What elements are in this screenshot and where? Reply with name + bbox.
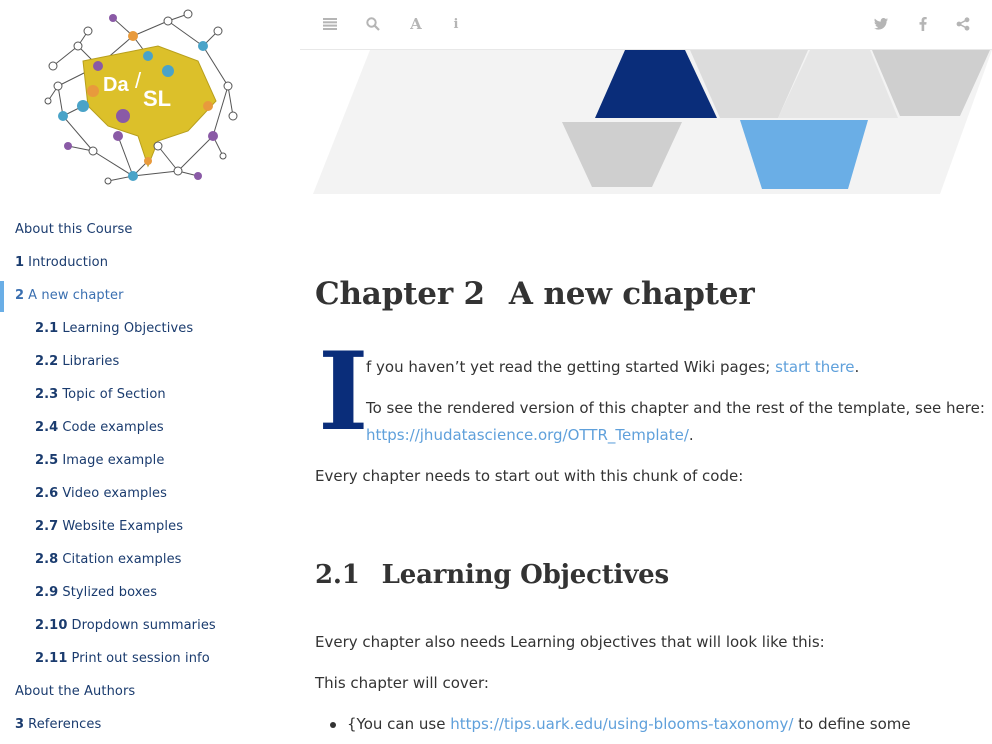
bullet-suffix: to define some [793,715,911,733]
toc-code-examples[interactable]: 2.4 Code examples [35,417,164,439]
bullet-prefix: {You can use [347,715,451,733]
toc-number: 1 [15,255,25,270]
toc-about-course[interactable]: About this Course [15,219,133,241]
top-toolbar: A i [300,0,992,50]
list-item: {You can use https://tips.uark.edu/using… [347,714,911,734]
toc-label: Website Examples [62,519,184,534]
template-link[interactable]: https://jhudatascience.org/OTTR_Template… [366,426,689,444]
toc-number: 2.7 [35,519,59,534]
toc-label: Code examples [62,420,164,435]
toc-print-session-info[interactable]: 2.11 Print out session info [35,648,210,670]
toc-number: 2.11 [35,651,68,666]
toc-a-new-chapter[interactable]: 2A new chapter [15,285,124,307]
twitter-icon[interactable] [871,14,891,34]
toc-dropdown-summaries[interactable]: 2.10 Dropdown summaries [35,615,216,637]
toc-citation-examples[interactable]: 2.8 Citation examples [35,549,182,571]
toc-introduction[interactable]: 1 Introduction [15,252,108,274]
list-bullet [330,722,336,728]
toc-label: About this Course [15,222,133,237]
logo-text-bottom: SL [143,86,171,111]
toc-label: Topic of Section [62,387,166,402]
chapter-title: A new chapter [508,276,755,312]
toc-label: Libraries [62,354,120,369]
toc-number: 2.5 [35,453,59,468]
intro-paragraph: f you haven’t yet read the getting start… [366,357,859,377]
chapter-heading: Chapter 2 A new chapter [315,276,755,312]
chunk-paragraph: Every chapter needs to start out with th… [315,467,744,485]
chapter-number: Chapter 2 [315,276,485,312]
toc-label: Dropdown summaries [71,618,216,633]
toc-label: Print out session info [71,651,210,666]
sidebar: Da / SL About this Course 1 Introduction … [0,0,300,744]
toc-number: 2.3 [35,387,59,402]
toc-topic-of-section[interactable]: 2.3 Topic of Section [35,384,166,406]
toc-video-examples[interactable]: 2.6 Video examples [35,483,167,505]
intro-text: f you haven’t yet read the getting start… [366,358,776,376]
toc-number: 2.10 [35,618,68,633]
toc-label: Introduction [28,255,109,270]
toc-label: A new chapter [28,288,124,303]
active-indicator [0,281,4,312]
section-heading: 2.1 Learning Objectives [315,560,669,590]
toc-libraries[interactable]: 2.2 Libraries [35,351,119,373]
share-icon[interactable] [953,14,973,34]
toc-image-example[interactable]: 2.5 Image example [35,450,164,472]
toc-stylized-boxes[interactable]: 2.9 Stylized boxes [35,582,157,604]
toc-label: Video examples [62,486,168,501]
start-there-link[interactable]: start there [775,358,854,376]
section-title: Learning Objectives [381,560,669,590]
chapter-cover-paragraph: This chapter will cover: [315,674,489,692]
font-settings-icon[interactable]: A [406,14,426,34]
toc-number: 2.2 [35,354,59,369]
chapter-banner-graphic [313,50,992,194]
toc-number: 3 [15,717,25,732]
toc-label: References [28,717,102,732]
toc-references[interactable]: 3 References [15,714,101,736]
drop-cap: I [318,329,369,455]
toc-number: 2.8 [35,552,59,567]
toc-label: Learning Objectives [62,321,194,336]
search-icon[interactable] [363,14,383,34]
template-link-line: https://jhudatascience.org/OTTR_Template… [366,425,694,445]
section-number: 2.1 [315,560,360,590]
logo-text-top: Da [103,74,129,96]
svg-text:/: / [135,68,142,93]
intro-end: . [854,358,860,376]
toc-number: 2 [15,288,25,303]
blooms-taxonomy-link[interactable]: https://tips.uark.edu/using-blooms-taxon… [450,715,793,733]
dasl-logo: Da / SL [44,9,238,185]
toc-label: About the Authors [15,684,136,699]
toc-number: 2.4 [35,420,59,435]
template-link-end: . [688,426,694,444]
toc-number: 2.6 [35,486,59,501]
toc-about-authors[interactable]: About the Authors [15,681,135,703]
toc-number: 2.9 [35,585,59,600]
toc-label: Stylized boxes [62,585,158,600]
toc-label: Image example [62,453,165,468]
rendered-version-text: To see the rendered version of this chap… [366,399,985,417]
facebook-icon[interactable] [913,14,933,34]
toc-number: 2.1 [35,321,59,336]
info-icon[interactable]: i [446,14,466,34]
toc-learning-objectives[interactable]: 2.1 Learning Objectives [35,318,193,340]
toc-toggle-icon[interactable] [320,14,340,34]
toc-label: Citation examples [62,552,182,567]
objectives-paragraph: Every chapter also needs Learning object… [315,633,825,651]
toc-website-examples[interactable]: 2.7 Website Examples [35,516,183,538]
